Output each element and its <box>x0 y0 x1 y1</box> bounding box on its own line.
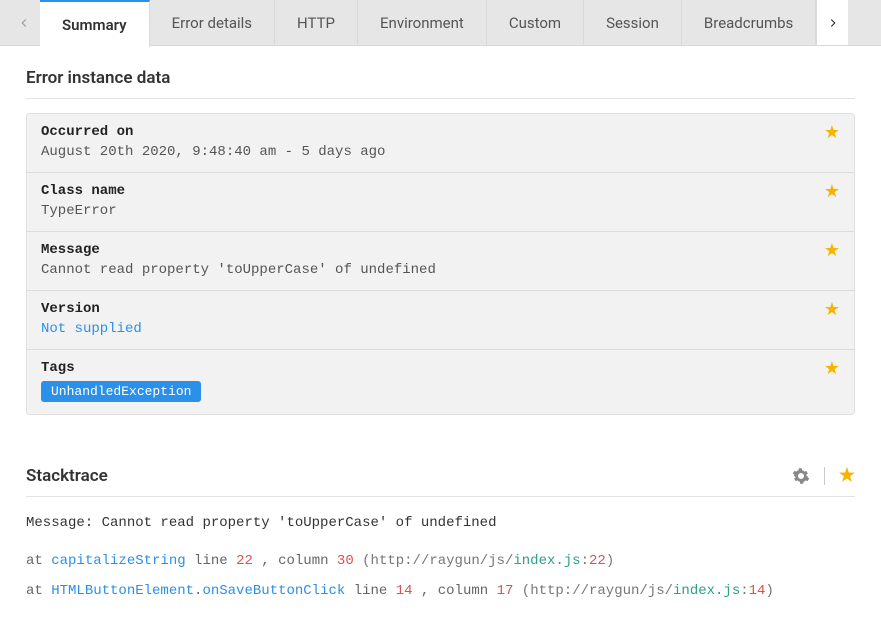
row-label: Version <box>41 301 840 317</box>
colon: : <box>740 583 748 599</box>
message-text: Cannot read property 'toUpperCase' of un… <box>102 515 497 531</box>
tab-label: Breadcrumbs <box>704 14 793 32</box>
frame-line: 22 <box>589 553 606 569</box>
column-label: column <box>278 553 328 569</box>
frame-line: 14 <box>749 583 766 599</box>
row-value: TypeError <box>41 203 840 219</box>
row-tags: ★ Tags UnhandledException <box>27 350 854 414</box>
row-label: Occurred on <box>41 124 840 140</box>
star-icon[interactable]: ★ <box>824 301 840 319</box>
at-label: at <box>26 553 43 569</box>
frame-function[interactable]: onSaveButtonClick <box>202 583 345 599</box>
tab-label: Summary <box>62 16 127 34</box>
star-icon[interactable]: ★ <box>824 183 840 201</box>
comma: , <box>261 553 269 569</box>
row-label: Tags <box>41 360 840 376</box>
comma: , <box>421 583 429 599</box>
tab-label: Error details <box>172 14 252 32</box>
at-label: at <box>26 583 43 599</box>
stacktrace-title: Stacktrace <box>26 466 108 486</box>
chevron-left-icon <box>17 16 31 30</box>
frame-class[interactable]: HTMLButtonElement <box>51 583 194 599</box>
star-icon[interactable]: ★ <box>824 360 840 378</box>
row-label: Class name <box>41 183 840 199</box>
tab-custom[interactable]: Custom <box>487 0 584 45</box>
row-occurred-on: ★ Occurred on August 20th 2020, 9:48:40 … <box>27 114 854 173</box>
tab-environment[interactable]: Environment <box>358 0 487 45</box>
message-label: Message: <box>26 515 93 531</box>
chevron-right-icon <box>826 16 840 30</box>
divider <box>824 467 825 485</box>
tab-label: Session <box>606 14 659 32</box>
row-version: ★ Version Not supplied <box>27 291 854 350</box>
stacktrace-body: Message: Cannot read property 'toUpperCa… <box>26 497 855 631</box>
stack-frame: at HTMLButtonElement.onSaveButtonClick l… <box>26 583 855 599</box>
tabs-scroll-right[interactable] <box>816 0 848 45</box>
row-value: August 20th 2020, 9:48:40 am - 5 days ag… <box>41 144 840 160</box>
tab-label: HTTP <box>297 14 335 32</box>
line-number: 14 <box>396 583 413 599</box>
section-title: Error instance data <box>26 68 170 88</box>
row-value[interactable]: Not supplied <box>41 321 840 337</box>
line-label: line <box>194 553 228 569</box>
frame-url-prefix: http://raygun/js/ <box>530 583 673 599</box>
row-label: Message <box>41 242 840 258</box>
tab-bar: Summary Error details HTTP Environment C… <box>0 0 881 46</box>
column-label: column <box>438 583 488 599</box>
tab-summary[interactable]: Summary <box>40 0 150 47</box>
column-number: 30 <box>337 553 354 569</box>
row-message: ★ Message Cannot read property 'toUpperC… <box>27 232 854 291</box>
row-value: Cannot read property 'toUpperCase' of un… <box>41 262 840 278</box>
column-number: 17 <box>497 583 514 599</box>
stack-frame: at capitalizeString line 22 , column 30 … <box>26 553 855 569</box>
stacktrace-message-line: Message: Cannot read property 'toUpperCa… <box>26 515 855 531</box>
frame-file[interactable]: index.js <box>673 583 740 599</box>
tabs-scroll-left[interactable] <box>8 0 40 45</box>
tab-label: Environment <box>380 14 464 32</box>
colon: : <box>581 553 589 569</box>
gear-icon[interactable] <box>792 467 810 485</box>
star-icon[interactable]: ★ <box>824 124 840 142</box>
tab-error-details[interactable]: Error details <box>150 0 275 45</box>
tag-chip[interactable]: UnhandledException <box>41 381 201 402</box>
star-icon[interactable]: ★ <box>839 465 855 486</box>
frame-url-prefix: http://raygun/js/ <box>371 553 514 569</box>
line-number: 22 <box>236 553 253 569</box>
tab-breadcrumbs[interactable]: Breadcrumbs <box>682 0 816 45</box>
tab-http[interactable]: HTTP <box>275 0 358 45</box>
tab-session[interactable]: Session <box>584 0 682 45</box>
line-label: line <box>354 583 388 599</box>
frame-function[interactable]: capitalizeString <box>51 553 185 569</box>
paren: ) <box>765 583 773 599</box>
paren: ) <box>606 553 614 569</box>
tab-label: Custom <box>509 14 561 32</box>
row-class-name: ★ Class name TypeError <box>27 173 854 232</box>
paren: ( <box>362 553 370 569</box>
paren: ( <box>522 583 530 599</box>
star-icon[interactable]: ★ <box>824 242 840 260</box>
frame-file[interactable]: index.js <box>513 553 580 569</box>
error-instance-panel: ★ Occurred on August 20th 2020, 9:48:40 … <box>26 113 855 415</box>
